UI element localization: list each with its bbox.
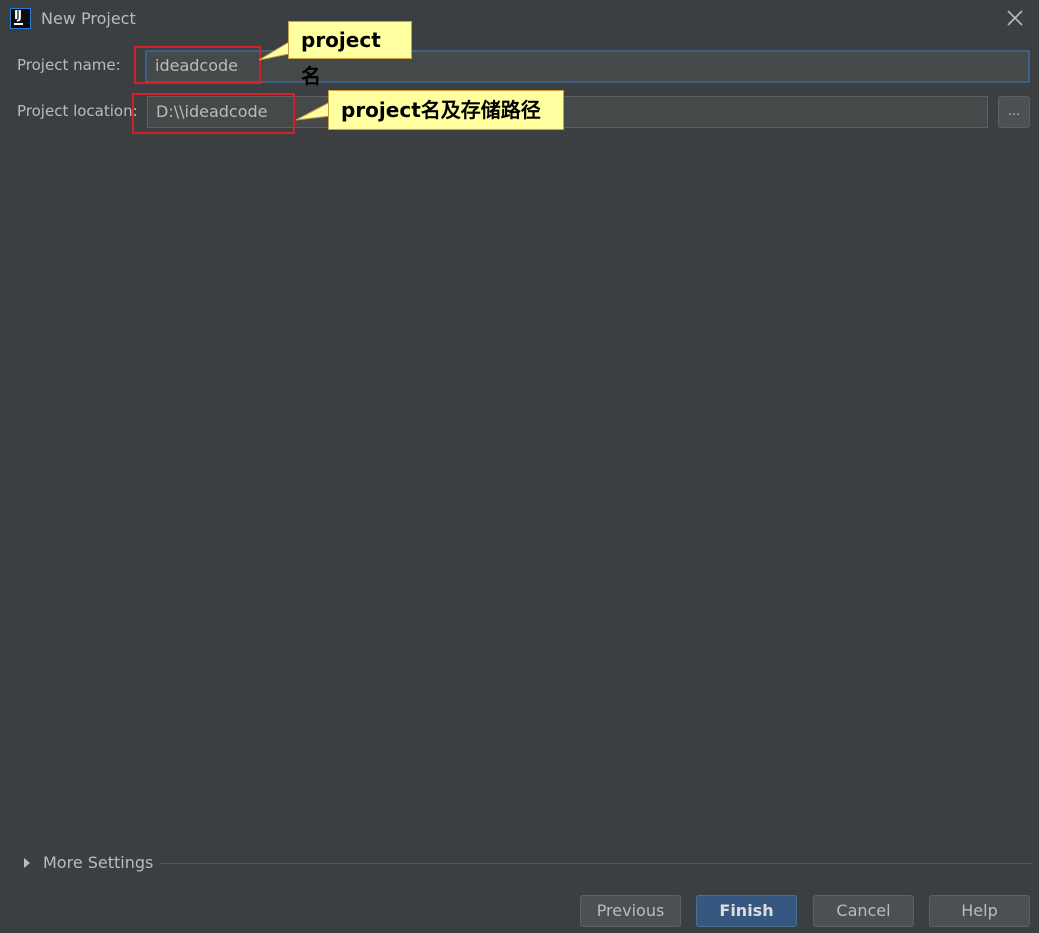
close-icon bbox=[1007, 10, 1023, 26]
finish-button[interactable]: Finish bbox=[696, 895, 797, 927]
help-button[interactable]: Help bbox=[929, 895, 1030, 927]
project-name-label: Project name: bbox=[17, 56, 121, 74]
project-name-input[interactable]: ideadcode bbox=[145, 50, 1030, 83]
project-location-label: Project location: bbox=[17, 102, 138, 120]
expand-triangle-icon bbox=[24, 858, 30, 868]
project-location-input[interactable]: D:\\ideadcode bbox=[147, 96, 988, 128]
close-button[interactable] bbox=[1003, 6, 1027, 30]
more-settings-divider bbox=[160, 863, 1033, 864]
previous-button[interactable]: Previous bbox=[580, 895, 681, 927]
title-bar: IJ New Project bbox=[0, 0, 1039, 38]
callout-project-name: project名 bbox=[288, 21, 412, 88]
more-settings-label: More Settings bbox=[43, 853, 154, 872]
new-project-dialog: IJ New Project Project name: ideadcode P… bbox=[0, 0, 1039, 933]
app-icon-text: IJ bbox=[14, 8, 22, 22]
browse-location-button[interactable]: ... bbox=[998, 96, 1030, 128]
intellij-idea-icon: IJ bbox=[10, 8, 31, 29]
app-icon-bar bbox=[14, 23, 23, 25]
callout-project-location: project名及存储路径 bbox=[328, 90, 564, 130]
window-title: New Project bbox=[41, 9, 136, 28]
cancel-button[interactable]: Cancel bbox=[813, 895, 914, 927]
